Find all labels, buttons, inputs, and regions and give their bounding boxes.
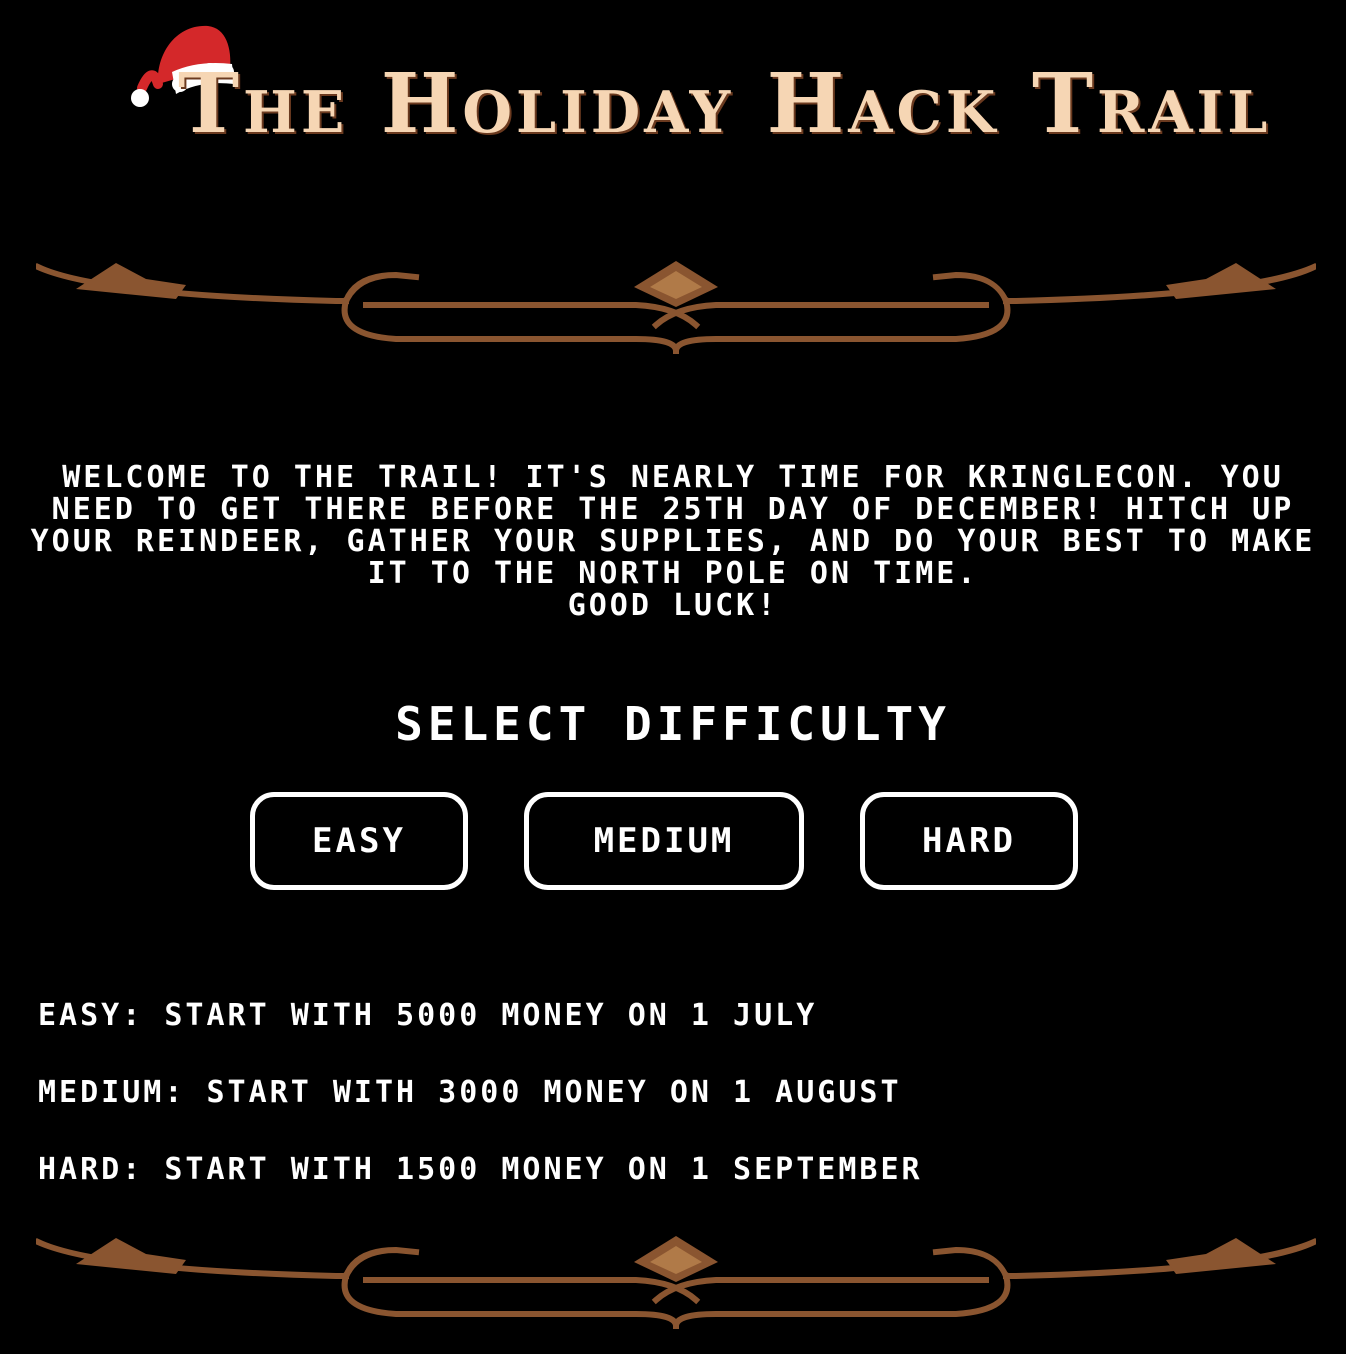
difficulty-info-list: EASY: START WITH 5000 MONEY ON 1 JULY ME…: [38, 996, 1318, 1227]
intro-paragraph: WELCOME TO THE TRAIL! IT'S NEARLY TIME F…: [30, 460, 1316, 591]
title-banner: The Holiday Hack Trail: [0, 25, 1346, 170]
hard-button[interactable]: HARD: [860, 792, 1078, 890]
medium-info: MEDIUM: START WITH 3000 MONEY ON 1 AUGUS…: [38, 1075, 902, 1110]
easy-button[interactable]: EASY: [250, 792, 468, 890]
ornamental-divider-bottom: [36, 1236, 1316, 1330]
select-difficulty-heading: SELECT DIFFICULTY: [395, 697, 951, 751]
intro-text: WELCOME TO THE TRAIL! IT'S NEARLY TIME F…: [30, 462, 1316, 622]
hard-info: HARD: START WITH 1500 MONEY ON 1 SEPTEMB…: [38, 1152, 923, 1187]
game-title: The Holiday Hack Trail: [178, 56, 1272, 152]
ornamental-divider-top: [36, 261, 1316, 355]
medium-button[interactable]: MEDIUM: [524, 792, 804, 890]
intro-good-luck: GOOD LUCK!: [567, 588, 779, 623]
easy-info: EASY: START WITH 5000 MONEY ON 1 JULY: [38, 998, 818, 1033]
